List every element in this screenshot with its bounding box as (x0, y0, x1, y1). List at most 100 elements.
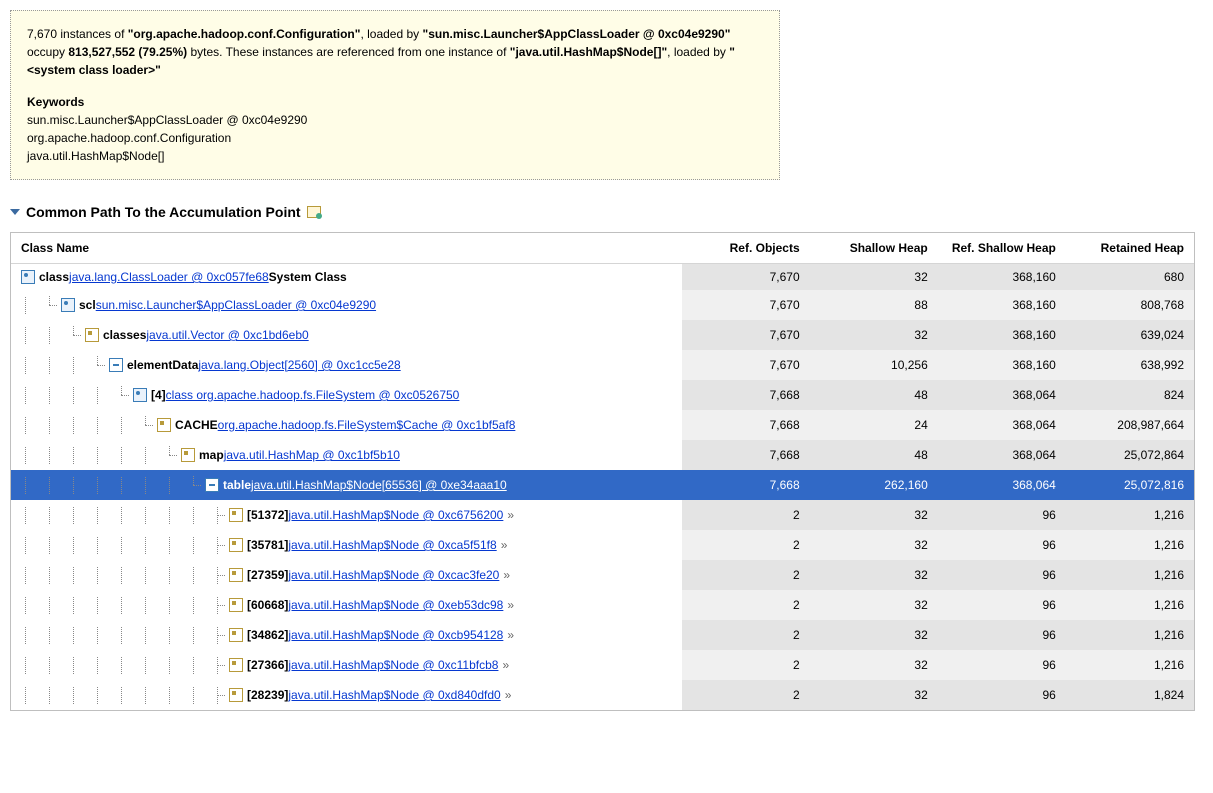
chevron-right-icon: » (503, 568, 510, 582)
chevron-right-icon: » (502, 658, 509, 672)
field-name: elementData (127, 358, 198, 372)
col-ref-objects[interactable]: Ref. Objects (682, 233, 810, 264)
chevron-right-icon: » (507, 508, 514, 522)
object-icon (229, 598, 243, 612)
col-shallow-heap[interactable]: Shallow Heap (810, 233, 938, 264)
cell-retained: 680 (1066, 264, 1194, 291)
object-icon (157, 418, 171, 432)
cell-refobj: 2 (682, 500, 810, 530)
table-row[interactable]: class java.lang.ClassLoader @ 0xc057fe68… (11, 264, 1194, 291)
table-row[interactable]: [35781] java.util.HashMap$Node @ 0xca5f5… (11, 530, 1194, 560)
class-icon (61, 298, 75, 312)
cell-refshallow: 368,064 (938, 440, 1066, 470)
field-name: [51372] (247, 508, 288, 522)
chevron-right-icon: » (507, 598, 514, 612)
section-title: Common Path To the Accumulation Point (26, 204, 301, 220)
col-retained-heap[interactable]: Retained Heap (1066, 233, 1194, 264)
table-row[interactable]: CACHE org.apache.hadoop.fs.FileSystem$Ca… (11, 410, 1194, 440)
cell-refobj: 7,668 (682, 410, 810, 440)
table-row[interactable]: classes java.util.Vector @ 0xc1bd6eb07,6… (11, 320, 1194, 350)
object-icon (229, 688, 243, 702)
object-link[interactable]: java.util.HashMap$Node @ 0xcac3fe20 (288, 568, 499, 582)
table-row[interactable]: [60668] java.util.HashMap$Node @ 0xeb53d… (11, 590, 1194, 620)
cell-retained: 25,072,816 (1066, 470, 1194, 500)
field-name: [28239] (247, 688, 288, 702)
object-icon (229, 508, 243, 522)
system-class-label: System Class (269, 270, 347, 284)
object-link[interactable]: java.util.HashMap$Node @ 0xeb53dc98 (288, 598, 503, 612)
table-row[interactable]: [27359] java.util.HashMap$Node @ 0xcac3f… (11, 560, 1194, 590)
cell-shallow: 32 (810, 590, 938, 620)
cell-refshallow: 96 (938, 650, 1066, 680)
cell-retained: 824 (1066, 380, 1194, 410)
object-link[interactable]: java.util.HashMap @ 0xc1bf5b10 (224, 448, 400, 462)
table-row[interactable]: map java.util.HashMap @ 0xc1bf5b107,6684… (11, 440, 1194, 470)
table-row[interactable]: [4] class org.apache.hadoop.fs.FileSyste… (11, 380, 1194, 410)
object-link[interactable]: java.util.HashMap$Node @ 0xc11bfcb8 (288, 658, 498, 672)
table-row[interactable]: [27366] java.util.HashMap$Node @ 0xc11bf… (11, 650, 1194, 680)
field-name: scl (79, 298, 96, 312)
object-link[interactable]: class org.apache.hadoop.fs.FileSystem @ … (166, 388, 460, 402)
object-icon (229, 568, 243, 582)
object-link[interactable]: java.util.HashMap$Node[65536] @ 0xe34aaa… (251, 478, 507, 492)
cell-refobj: 2 (682, 650, 810, 680)
cell-refobj: 7,668 (682, 440, 810, 470)
table-row[interactable]: table java.util.HashMap$Node[65536] @ 0x… (11, 470, 1194, 500)
table-row[interactable]: elementData java.lang.Object[2560] @ 0xc… (11, 350, 1194, 380)
object-icon (229, 628, 243, 642)
suspect-description: 7,670 instances of "org.apache.hadoop.co… (27, 25, 763, 79)
object-link[interactable]: java.util.HashMap$Node @ 0xd840dfd0 (288, 688, 500, 702)
object-link[interactable]: java.lang.Object[2560] @ 0xc1cc5e28 (198, 358, 400, 372)
table-row[interactable]: [28239] java.util.HashMap$Node @ 0xd840d… (11, 680, 1194, 710)
object-icon (85, 328, 99, 342)
field-name: class (39, 270, 69, 284)
object-link[interactable]: java.util.HashMap$Node @ 0xcb954128 (288, 628, 503, 642)
cell-refshallow: 96 (938, 620, 1066, 650)
object-link[interactable]: java.util.HashMap$Node @ 0xca5f51f8 (288, 538, 496, 552)
object-link[interactable]: java.lang.ClassLoader @ 0xc057fe68 (69, 270, 269, 284)
col-class-name[interactable]: Class Name (11, 233, 682, 264)
object-link[interactable]: sun.misc.Launcher$AppClassLoader @ 0xc04… (96, 298, 376, 312)
cell-shallow: 32 (810, 650, 938, 680)
accumulation-point-icon (307, 206, 321, 218)
cell-refobj: 2 (682, 590, 810, 620)
section-header[interactable]: Common Path To the Accumulation Point (10, 204, 1203, 220)
table-row[interactable]: scl sun.misc.Launcher$AppClassLoader @ 0… (11, 290, 1194, 320)
chevron-right-icon: » (507, 628, 514, 642)
array-icon (109, 358, 123, 372)
cell-refshallow: 96 (938, 500, 1066, 530)
field-name: [35781] (247, 538, 288, 552)
cell-refobj: 7,670 (682, 264, 810, 291)
field-name: map (199, 448, 224, 462)
cell-retained: 208,987,664 (1066, 410, 1194, 440)
col-ref-shallow-heap[interactable]: Ref. Shallow Heap (938, 233, 1066, 264)
object-link[interactable]: java.util.Vector @ 0xc1bd6eb0 (146, 328, 308, 342)
cell-refobj: 7,670 (682, 350, 810, 380)
cell-shallow: 10,256 (810, 350, 938, 380)
cell-retained: 1,216 (1066, 650, 1194, 680)
keywords-block: Keywords sun.misc.Launcher$AppClassLoade… (27, 93, 763, 165)
cell-retained: 1,824 (1066, 680, 1194, 710)
object-icon (181, 448, 195, 462)
object-link[interactable]: org.apache.hadoop.fs.FileSystem$Cache @ … (218, 418, 516, 432)
cell-refshallow: 96 (938, 590, 1066, 620)
table-row[interactable]: [51372] java.util.HashMap$Node @ 0xc6756… (11, 500, 1194, 530)
table-row[interactable]: [34862] java.util.HashMap$Node @ 0xcb954… (11, 620, 1194, 650)
cell-shallow: 24 (810, 410, 938, 440)
field-name: [27359] (247, 568, 288, 582)
accumulation-tree-table[interactable]: Class Name Ref. Objects Shallow Heap Ref… (10, 232, 1195, 711)
field-name: [60668] (247, 598, 288, 612)
cell-refobj: 2 (682, 680, 810, 710)
cell-shallow: 48 (810, 380, 938, 410)
object-icon (229, 538, 243, 552)
cell-refobj: 2 (682, 620, 810, 650)
toggle-arrow-icon[interactable] (10, 209, 20, 215)
cell-refshallow: 368,160 (938, 350, 1066, 380)
cell-retained: 1,216 (1066, 500, 1194, 530)
object-link[interactable]: java.util.HashMap$Node @ 0xc6756200 (288, 508, 503, 522)
cell-retained: 1,216 (1066, 560, 1194, 590)
cell-refobj: 7,670 (682, 290, 810, 320)
cell-refshallow: 368,064 (938, 380, 1066, 410)
table-header-row: Class Name Ref. Objects Shallow Heap Ref… (11, 233, 1194, 264)
field-name: [27366] (247, 658, 288, 672)
